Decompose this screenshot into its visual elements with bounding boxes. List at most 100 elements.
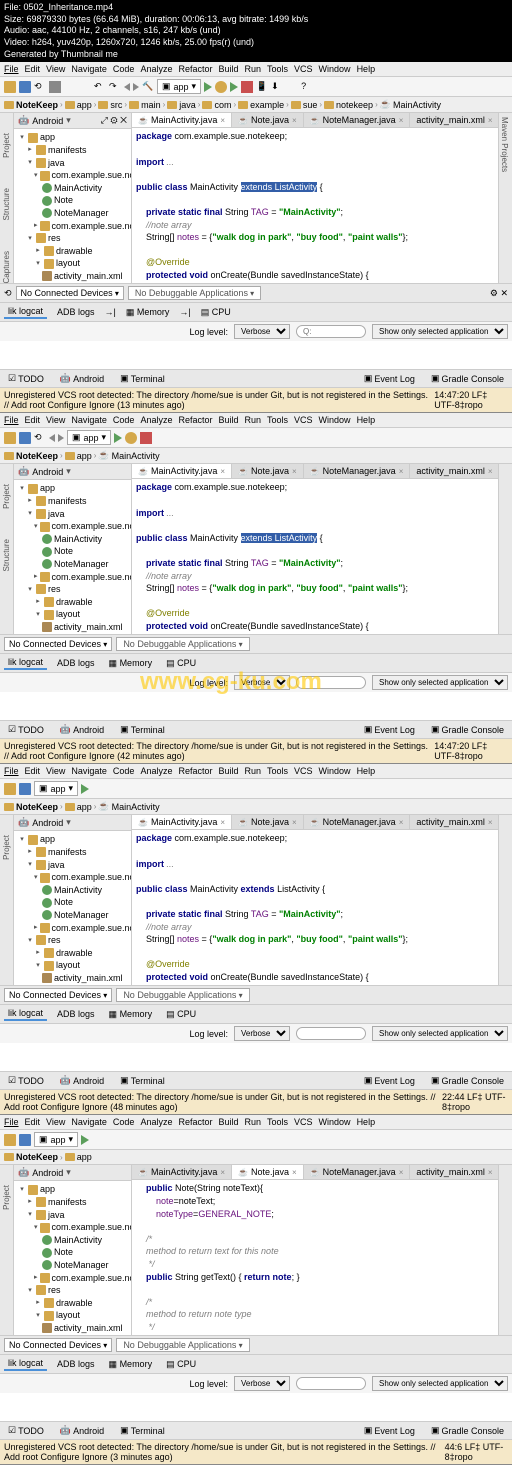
tree-note[interactable]: Note: [14, 896, 131, 909]
close-icon[interactable]: ×: [488, 116, 493, 125]
project-panel-header[interactable]: 🤖Android▾: [14, 464, 131, 480]
log-search-input[interactable]: [296, 325, 366, 338]
open-icon[interactable]: [4, 1134, 16, 1146]
menu-build[interactable]: Build: [218, 415, 238, 425]
tree-res[interactable]: ▾res: [14, 232, 131, 245]
tree-activity-main-xml[interactable]: activity_main.xml: [14, 1322, 131, 1335]
breadcrumb-pkg[interactable]: sue: [291, 100, 318, 110]
status-android[interactable]: 🤖 Android: [56, 1074, 108, 1087]
process-selector[interactable]: No Debuggable Applications ▾: [116, 988, 249, 1002]
tab-notemanager[interactable]: ☕NoteManager.java×: [304, 464, 411, 478]
breadcrumb-pkg[interactable]: com: [202, 100, 231, 110]
gutter-project[interactable]: Project: [2, 1185, 11, 1210]
back-icon[interactable]: [49, 434, 55, 442]
gutter-captures[interactable]: Captures: [2, 251, 11, 283]
save-icon[interactable]: [19, 783, 31, 795]
tree-res[interactable]: ▾res: [14, 583, 131, 596]
run-config-selector[interactable]: ▣ app ▾: [34, 781, 78, 796]
tree-package[interactable]: ▾com.example.sue.notekeep: [14, 871, 131, 884]
tab-note[interactable]: ☕Note.java×: [232, 815, 304, 829]
run-config-selector[interactable]: ▣ app ▾: [67, 430, 111, 445]
tree-java[interactable]: ▾java: [14, 508, 131, 521]
status-terminal[interactable]: ▣ Terminal: [116, 723, 169, 736]
code-editor[interactable]: package com.example.sue.notekeep; import…: [132, 479, 498, 634]
copy-icon[interactable]: [64, 81, 76, 93]
tree-res[interactable]: ▾res: [14, 1284, 131, 1297]
menu-run[interactable]: Run: [245, 415, 262, 425]
save-icon[interactable]: [19, 81, 31, 93]
status-eventlog[interactable]: ▣ Event Log: [360, 372, 419, 385]
tree-java[interactable]: ▾java: [14, 157, 131, 170]
menu-edit[interactable]: Edit: [25, 415, 41, 425]
tab-note[interactable]: ☕Note.java×: [232, 113, 304, 127]
vcs-notification[interactable]: Unregistered VCS root detected: The dire…: [0, 387, 512, 412]
breadcrumb-java[interactable]: java: [167, 100, 196, 110]
run-icon[interactable]: [81, 784, 89, 794]
tab-notemanager[interactable]: ☕NoteManager.java×: [304, 815, 411, 829]
breadcrumb-file[interactable]: ☕MainActivity: [98, 801, 159, 812]
redo-icon[interactable]: ↷: [109, 81, 121, 93]
tree-notemanager[interactable]: NoteManager: [14, 1259, 131, 1272]
menu-navigate[interactable]: Navigate: [71, 415, 107, 425]
menu-navigate[interactable]: Navigate: [71, 64, 107, 74]
status-gradle[interactable]: ▣ Gradle Console: [427, 372, 508, 385]
tab-memory[interactable]: ▦ Memory: [105, 1358, 157, 1371]
settings-icon[interactable]: ⚙ ✕: [490, 288, 508, 299]
sync-icon[interactable]: ⟲: [34, 81, 46, 93]
menu-vcs[interactable]: VCS: [294, 766, 313, 776]
tree-app[interactable]: ▾app: [14, 482, 131, 495]
tree-test-package[interactable]: ▸com.example.sue.notekeep (androidTest): [14, 571, 131, 584]
tree-menu[interactable]: ▸menu: [14, 283, 131, 284]
menu-file[interactable]: File: [4, 1117, 19, 1127]
gutter-structure[interactable]: Structure: [2, 188, 11, 220]
device-selector[interactable]: No Connected Devices ▾: [4, 1338, 112, 1352]
stop-icon[interactable]: [140, 432, 152, 444]
sync-icon[interactable]: ⟲: [34, 432, 46, 444]
menu-view[interactable]: View: [46, 766, 65, 776]
tab-memory[interactable]: ▦ Memory: [122, 306, 174, 319]
status-gradle[interactable]: ▣ Gradle Console: [427, 1074, 508, 1087]
menu-help[interactable]: Help: [357, 64, 376, 74]
loglevel-select[interactable]: Verbose: [234, 1376, 290, 1391]
undo-icon[interactable]: ↶: [94, 81, 106, 93]
run-config-selector[interactable]: ▣ app ▾: [157, 79, 201, 94]
tab-note[interactable]: ☕Note.java×: [232, 1165, 304, 1179]
gutter-project[interactable]: Project: [2, 133, 11, 158]
tree-app[interactable]: ▾app: [14, 1183, 131, 1196]
tab-logcat[interactable]: lik logcat: [4, 1007, 47, 1021]
tree-test-package[interactable]: ▸com.example.sue.notekeep (androidTest): [14, 220, 131, 233]
run-icon[interactable]: [81, 1135, 89, 1145]
status-eventlog[interactable]: ▣ Event Log: [360, 1424, 419, 1437]
log-search-input[interactable]: [296, 1027, 366, 1040]
log-filter-select[interactable]: Show only selected application: [372, 1376, 508, 1391]
menu-file[interactable]: File: [4, 64, 19, 74]
status-android[interactable]: 🤖 Android: [56, 372, 108, 385]
run-icon[interactable]: [114, 433, 122, 443]
status-terminal[interactable]: ▣ Terminal: [116, 372, 169, 385]
menu-view[interactable]: View: [46, 415, 65, 425]
tree-manifests[interactable]: ▸manifests: [14, 846, 131, 859]
menu-navigate[interactable]: Navigate: [71, 766, 107, 776]
menu-run[interactable]: Run: [245, 1117, 262, 1127]
tab-notemanager[interactable]: ☕NoteManager.java×: [304, 113, 411, 127]
tree-layout[interactable]: ▾layout: [14, 959, 131, 972]
log-filter-select[interactable]: Show only selected application: [372, 1026, 508, 1041]
menu-window[interactable]: Window: [319, 64, 351, 74]
menu-analyze[interactable]: Analyze: [140, 64, 172, 74]
process-selector[interactable]: No Debuggable Applications ▾: [116, 637, 249, 651]
menu-refactor[interactable]: Refactor: [178, 1117, 212, 1127]
cut-icon[interactable]: [49, 81, 61, 93]
tab-cpu[interactable]: ▤ CPU: [162, 1008, 200, 1021]
menu-view[interactable]: View: [46, 64, 65, 74]
status-terminal[interactable]: ▣ Terminal: [116, 1424, 169, 1437]
debug-icon[interactable]: [215, 81, 227, 93]
loglevel-select[interactable]: Verbose: [234, 675, 290, 690]
open-icon[interactable]: [4, 432, 16, 444]
save-icon[interactable]: [19, 1134, 31, 1146]
log-search-input[interactable]: [296, 1377, 366, 1390]
menu-window[interactable]: Window: [319, 415, 351, 425]
tree-layout[interactable]: ▾layout: [14, 257, 131, 270]
menu-window[interactable]: Window: [319, 1117, 351, 1127]
menu-run[interactable]: Run: [245, 64, 262, 74]
menu-tools[interactable]: Tools: [267, 415, 288, 425]
